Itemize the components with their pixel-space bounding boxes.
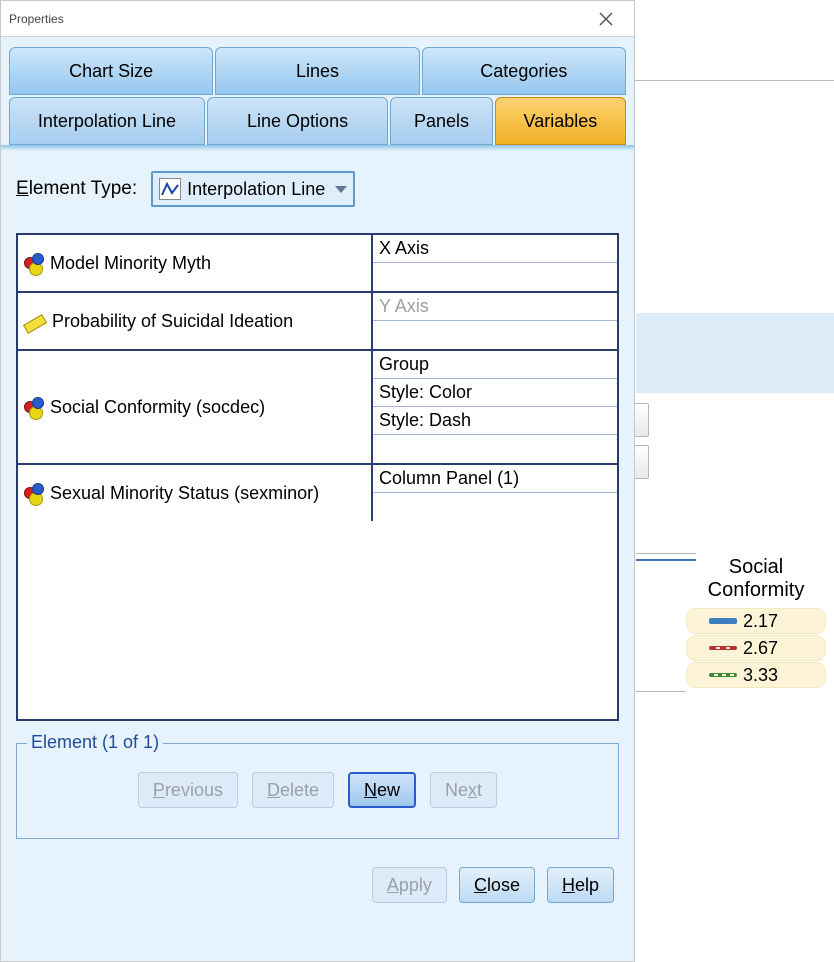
nominal-icon (24, 483, 44, 503)
background-divider (636, 553, 696, 554)
tab-categories[interactable]: Categories (422, 47, 626, 95)
assignment-cell[interactable] (373, 435, 617, 463)
legend-value: 2.67 (743, 638, 778, 659)
assignment-cell[interactable]: Y Axis (373, 293, 617, 321)
title-bar: Properties (1, 1, 634, 37)
element-type-combo[interactable]: Interpolation Line (151, 171, 355, 207)
table-row[interactable]: Probability of Suicidal Ideation Y Axis (18, 293, 617, 351)
variable-name: Model Minority Myth (50, 253, 211, 274)
tab-variables[interactable]: Variables (495, 97, 626, 145)
variable-name: Social Conformity (socdec) (50, 397, 265, 418)
next-button: Next (430, 772, 497, 808)
variable-name: Probability of Suicidal Ideation (52, 311, 293, 332)
element-type-value: Interpolation Line (187, 179, 325, 200)
properties-dialog: Properties Chart Size Lines Categories I… (0, 0, 635, 962)
scale-icon (23, 314, 47, 334)
table-row[interactable]: Sexual Minority Status (sexminor) Column… (18, 465, 617, 521)
nominal-icon (24, 253, 44, 273)
assignment-cell[interactable]: Column Panel (1) (373, 465, 617, 493)
background-divider-2 (636, 691, 686, 692)
legend-item[interactable]: 2.67 (686, 635, 826, 661)
legend-item[interactable]: 2.17 (686, 608, 826, 634)
tab-interpolation-line[interactable]: Interpolation Line (9, 97, 205, 145)
assignment-cell[interactable]: Style: Color (373, 379, 617, 407)
help-button[interactable]: Help (547, 867, 614, 903)
legend-value: 2.17 (743, 611, 778, 632)
close-button[interactable]: Close (459, 867, 535, 903)
apply-button: Apply (372, 867, 447, 903)
previous-button: Previous (138, 772, 238, 808)
background-strip (636, 313, 834, 393)
variable-name: Sexual Minority Status (sexminor) (50, 483, 319, 504)
legend-swatch-icon (709, 646, 737, 650)
nominal-icon (24, 397, 44, 417)
variables-table: Model Minority Myth X Axis Probability o… (16, 233, 619, 721)
tab-panels[interactable]: Panels (390, 97, 493, 145)
legend-title: Social Conformity (678, 556, 834, 602)
assignment-cell[interactable] (373, 321, 617, 349)
tab-chart-size[interactable]: Chart Size (9, 47, 213, 95)
legend-value: 3.33 (743, 665, 778, 686)
delete-button: Delete (252, 772, 334, 808)
close-icon[interactable] (584, 4, 628, 34)
window-title: Properties (9, 12, 64, 26)
tabs: Chart Size Lines Categories Interpolatio… (1, 37, 634, 145)
group-legend: Element (1 of 1) (27, 732, 163, 753)
element-type-label: Element Type: (16, 178, 137, 200)
tab-line-options[interactable]: Line Options (207, 97, 388, 145)
assignment-cell[interactable] (373, 263, 617, 291)
background-header (635, 37, 834, 81)
legend-swatch-icon (709, 673, 737, 677)
legend-item[interactable]: 3.33 (686, 662, 826, 688)
table-row[interactable]: Model Minority Myth X Axis (18, 235, 617, 293)
chart-legend: Social Conformity 2.17 2.67 3.33 (678, 556, 834, 689)
tab-lines[interactable]: Lines (215, 47, 419, 95)
new-button[interactable]: New (348, 772, 416, 808)
assignment-cell[interactable]: X Axis (373, 235, 617, 263)
legend-swatch-icon (709, 618, 737, 624)
assignment-cell[interactable] (373, 493, 617, 521)
background-window (635, 37, 834, 962)
table-row[interactable]: Social Conformity (socdec) Group Style: … (18, 351, 617, 465)
assignment-cell[interactable]: Style: Dash (373, 407, 617, 435)
interpolation-line-icon (159, 178, 181, 200)
element-group: Element (1 of 1) Previous Delete New Nex… (16, 743, 619, 839)
chevron-down-icon (335, 186, 347, 193)
assignment-cell[interactable]: Group (373, 351, 617, 379)
